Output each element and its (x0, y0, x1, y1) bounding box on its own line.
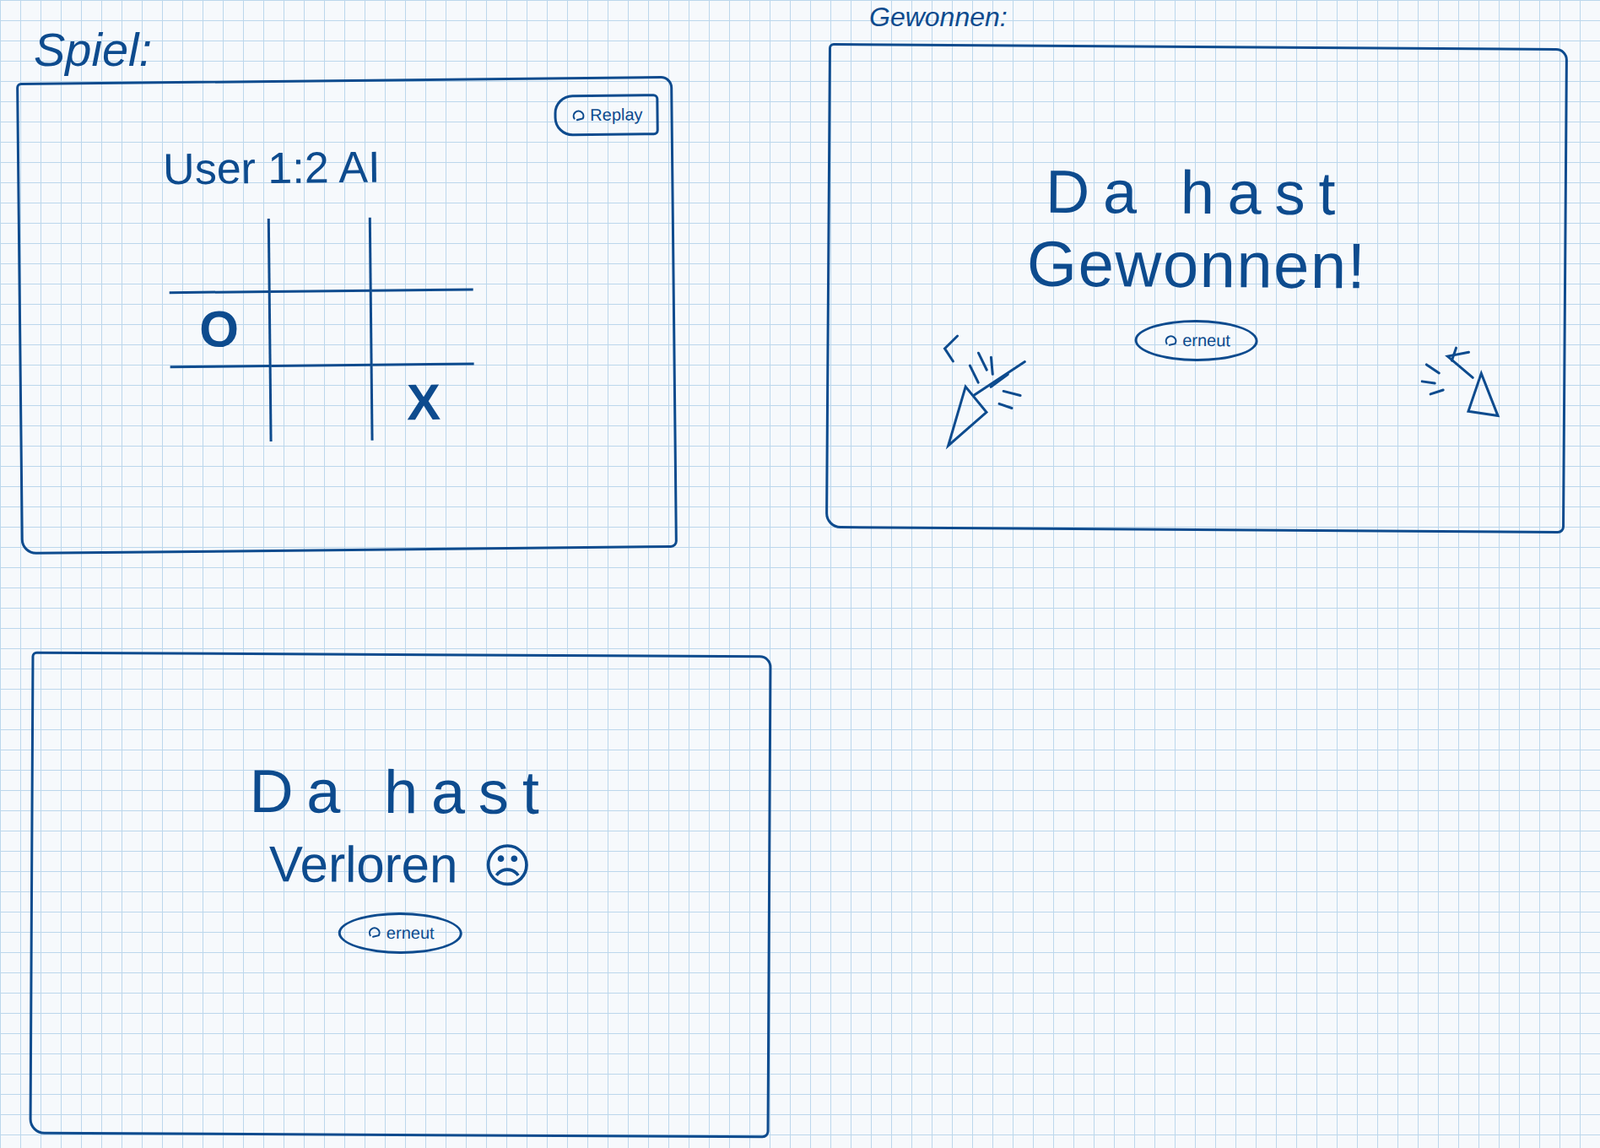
win-screen-label: Gewonnen: (869, 1, 1008, 33)
game-header: Replay (18, 93, 659, 142)
board-mark: X (406, 377, 442, 428)
replay-icon (569, 107, 587, 125)
board-cell[interactable] (168, 218, 271, 294)
replay-icon (1162, 331, 1179, 349)
game-screen: ReplayUser 1:2 AIOX (16, 75, 678, 555)
board-cell[interactable] (270, 217, 373, 293)
tic-tac-toe-board: OX (168, 214, 663, 443)
again-label: erneut (386, 923, 435, 943)
lose-line-1: Da hast (248, 756, 552, 828)
party-popper-icon (1409, 330, 1503, 425)
board-cell[interactable]: X (372, 364, 476, 440)
lose-line-2: Verloren (269, 834, 459, 894)
board-mark: O (199, 303, 239, 355)
lose-message: Verloren ☹ (269, 834, 533, 895)
again-label: erneut (1182, 330, 1231, 351)
board-cell[interactable]: O (169, 292, 272, 368)
again-button[interactable]: erneut (338, 911, 463, 954)
board-cell[interactable] (372, 290, 475, 366)
win-line-1: Da hast (1045, 156, 1350, 229)
board-cell[interactable] (270, 291, 373, 368)
replay-icon (366, 924, 384, 941)
sketch-paper: Spiel:Gewonnen:ReplayUser 1:2 AIOXDa has… (0, 0, 1600, 1148)
score: User 1:2 AI (162, 138, 660, 195)
party-popper-icon (940, 302, 1034, 451)
game-screen-label: Spiel: (33, 21, 152, 77)
replay-label: Replay (589, 104, 644, 125)
board-cell[interactable] (371, 216, 474, 292)
win-line-2: Gewonnen! (1027, 226, 1368, 303)
board-cell[interactable] (170, 367, 273, 443)
sad-face: ☹ (482, 837, 532, 892)
again-button[interactable]: erneut (1134, 319, 1259, 363)
replay-button[interactable]: Replay (553, 93, 660, 136)
win-screen: Da hastGewonnen! erneut (825, 43, 1568, 534)
board-cell[interactable] (271, 366, 374, 442)
lose-screen: Da hastVerloren ☹ erneut (29, 651, 773, 1139)
